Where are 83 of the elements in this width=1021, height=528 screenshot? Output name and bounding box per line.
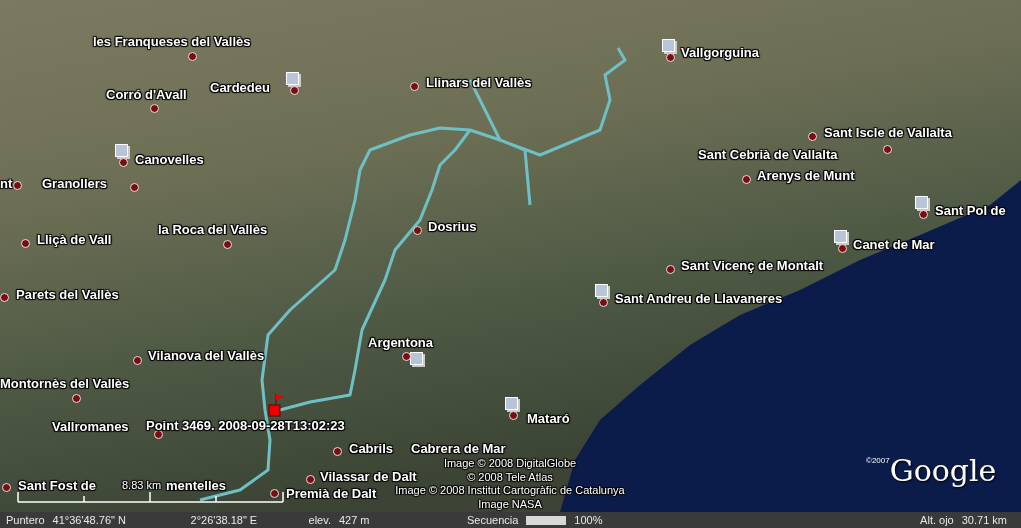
- copyright-year: ©2007: [866, 456, 890, 465]
- photo-marker-icon[interactable]: [115, 144, 128, 157]
- eye-altitude-label: Alt. ojo: [920, 514, 954, 526]
- place-label: Sant Cebrià de Vallalta: [698, 147, 838, 162]
- place-label: Cabrera de Mar: [411, 441, 506, 456]
- place-label: Cabrils: [349, 441, 394, 456]
- place-dot-icon[interactable]: [838, 244, 847, 253]
- place-label: Sant Andreu de Llavaneres: [615, 291, 783, 306]
- place-dot-icon[interactable]: [0, 293, 9, 302]
- place-label: Vallromanes: [52, 419, 129, 434]
- place-dot-icon[interactable]: [133, 356, 142, 365]
- place-label: Llinars del Vallès: [426, 75, 532, 90]
- place-label: Arenys de Munt: [757, 168, 855, 183]
- place-label: Dosrius: [428, 219, 477, 234]
- place-dot-icon[interactable]: [72, 394, 81, 403]
- attribution-text: Image © 2008 Institut Cartogràfic de Catalunya: [395, 484, 625, 498]
- place-dot-icon[interactable]: [666, 265, 675, 274]
- place-label: Corró d'Avall: [106, 87, 187, 102]
- place-dot-icon[interactable]: [130, 183, 139, 192]
- place-label: Argentona: [368, 335, 433, 350]
- place-dot-icon[interactable]: [2, 483, 11, 492]
- photo-marker-icon[interactable]: [286, 72, 299, 85]
- place-dot-icon[interactable]: [270, 489, 279, 498]
- place-label: la Roca del Vallès: [158, 222, 268, 237]
- photo-marker-icon[interactable]: [834, 230, 847, 243]
- place-label: Canovelles: [135, 152, 204, 167]
- place-dot-icon[interactable]: [333, 447, 342, 456]
- place-dot-icon[interactable]: [223, 240, 232, 249]
- place-dot-icon[interactable]: [808, 132, 817, 141]
- place-dot-icon[interactable]: [21, 239, 30, 248]
- photo-marker-icon[interactable]: [595, 284, 608, 297]
- place-dot-icon[interactable]: [290, 86, 299, 95]
- place-label: Vallgorguina: [681, 45, 759, 60]
- eye-altitude-value: 30.71 km: [961, 514, 1007, 526]
- place-dot-icon[interactable]: [306, 475, 315, 484]
- place-dot-icon[interactable]: [188, 52, 197, 61]
- streaming-label: Secuencia: [466, 514, 519, 526]
- place-label: Vilassar de Dalt: [320, 469, 417, 484]
- elevation-label: elev.: [308, 514, 331, 526]
- place-dot-icon[interactable]: [150, 104, 159, 113]
- pointer-label: Puntero: [6, 514, 45, 526]
- place-dot-icon[interactable]: [410, 82, 419, 91]
- attribution-text: Image © 2008 DigitalGlobe: [443, 457, 577, 471]
- place-label: Sant Vicenç de Montalt: [681, 258, 824, 273]
- place-label: nt: [0, 176, 13, 191]
- attribution-text: Image NASA: [478, 497, 542, 511]
- attribution-text: © 2008 Tele Atlas: [467, 470, 553, 484]
- place-label: Lliçà de Vall: [37, 232, 112, 247]
- place-dot-icon[interactable]: [599, 298, 608, 307]
- longitude-value: 2°26'38.18" E: [190, 514, 259, 526]
- place-dot-icon[interactable]: [509, 411, 518, 420]
- place-label: Premià de Dalt: [286, 486, 377, 501]
- place-dot-icon[interactable]: [919, 210, 928, 219]
- place-label: Cardedeu: [210, 80, 270, 95]
- place-label: Parets del Vallès: [16, 287, 119, 302]
- scale-label: 8.83 km: [122, 478, 162, 493]
- place-label: Canet de Mar: [853, 237, 935, 252]
- streaming-percent: 100%: [574, 514, 603, 526]
- flag-marker-icon[interactable]: [268, 393, 284, 417]
- place-dot-icon[interactable]: [883, 145, 892, 154]
- photo-marker-icon[interactable]: [410, 352, 423, 365]
- photo-marker-icon[interactable]: [915, 196, 928, 209]
- place-label: Granollers: [42, 176, 108, 191]
- place-label: mentelles: [166, 478, 226, 493]
- latitude-value: 41°36'48.76" N: [52, 514, 127, 526]
- place-dot-icon[interactable]: [742, 175, 751, 184]
- place-dot-icon[interactable]: [413, 226, 422, 235]
- place-label: Mataró: [527, 411, 570, 426]
- place-label: Montornès del Vallès: [0, 376, 130, 391]
- place-dot-icon[interactable]: [119, 158, 128, 167]
- photo-marker-icon[interactable]: [505, 397, 518, 410]
- logo-text: Google: [889, 456, 997, 486]
- place-dot-icon[interactable]: [666, 53, 675, 62]
- place-label: les Franqueses del Vallès: [93, 34, 251, 49]
- elevation-value: 427 m: [338, 514, 371, 526]
- photo-marker-icon[interactable]: [662, 39, 675, 52]
- place-label: Sant Pol de: [935, 203, 1006, 218]
- place-label: Vilanova del Vallès: [148, 348, 265, 363]
- place-label: Sant Iscle de Vallalta: [824, 125, 952, 140]
- place-dot-icon[interactable]: [13, 181, 22, 190]
- place-dot-icon[interactable]: [154, 430, 163, 439]
- place-dot-icon[interactable]: [402, 352, 411, 361]
- place-label: Sant Fost de: [18, 478, 96, 493]
